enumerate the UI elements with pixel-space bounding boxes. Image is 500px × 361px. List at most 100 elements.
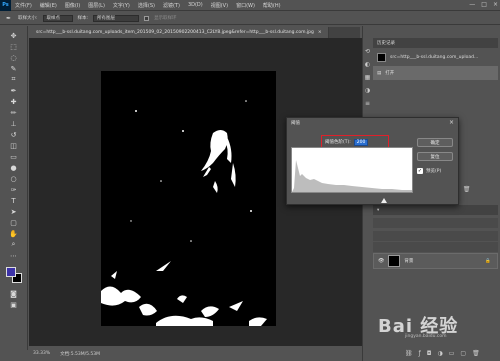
swatches-panel-icon[interactable]: ▦	[364, 74, 371, 81]
tab-history[interactable]: 历史记录	[377, 40, 395, 46]
threshold-level-label: 阈值色阶(T):	[325, 140, 351, 145]
maximize-icon[interactable]: □	[481, 1, 487, 8]
sample-size-label: 取样大小:	[18, 16, 38, 21]
history-item-label: 打开	[385, 71, 395, 76]
brush-tool-icon[interactable]: ✏	[8, 107, 19, 118]
properties-panel-icon[interactable]: ≡	[364, 100, 371, 107]
layers-kind-filter[interactable]	[373, 218, 498, 228]
sample-size-dropdown[interactable]: 取样点	[42, 14, 73, 22]
options-bar: ✒ 取样大小: 取样点 样本: 所有图层 显示取样环	[0, 12, 500, 25]
delete-layer-icon[interactable]: 🗑	[472, 350, 480, 357]
menu-item-3[interactable]: 图层(L)	[84, 2, 109, 9]
menu-items: 文件(F) 编辑(E) 图像(I) 图层(L) 文字(Y) 选择(S) 滤镜(T) 3D(D)…	[11, 2, 285, 9]
preview-checkbox[interactable]: ✓	[417, 168, 423, 174]
document-info: 文档:5.53M/5.53M	[60, 351, 101, 357]
threshold-level-input[interactable]: 200	[353, 138, 369, 146]
zoom-level[interactable]: 33.33%	[33, 351, 50, 356]
menu-item-10[interactable]: 帮助(H)	[259, 2, 285, 9]
menu-item-7[interactable]: 3D(D)	[184, 2, 207, 9]
menu-item-6[interactable]: 滤镜(T)	[159, 2, 184, 9]
history-panel-icon[interactable]: ⟲	[364, 48, 371, 55]
photoshop-logo: Ps	[0, 0, 11, 11]
link-icon[interactable]: ⛓	[405, 350, 413, 357]
adjustments-panel-icon[interactable]: ◑	[364, 87, 371, 94]
document-tab-title: src=http___b-ssl.duitang.com_uploads_ite…	[36, 30, 314, 35]
lasso-tool-icon[interactable]: ◌	[8, 52, 19, 63]
image-content	[101, 71, 276, 326]
shape-tool-icon[interactable]: ▢	[8, 217, 19, 228]
crop-tool-icon[interactable]: ⌗	[8, 74, 19, 85]
new-layer-icon[interactable]: ▢	[460, 350, 466, 357]
menu-item-2[interactable]: 图像(I)	[61, 2, 84, 9]
tab-layers[interactable]: ▾	[377, 208, 379, 213]
threshold-image[interactable]	[101, 71, 276, 326]
minimize-icon[interactable]: —	[469, 1, 475, 8]
foreground-color-swatch[interactable]	[5, 267, 16, 277]
hand-tool-icon[interactable]: ✋	[8, 228, 19, 239]
eyedropper-icon[interactable]: ✒	[4, 14, 13, 23]
menu-item-1[interactable]: 编辑(E)	[36, 2, 61, 9]
color-swatches[interactable]	[4, 265, 24, 285]
sample-size-value: 取样点	[46, 16, 61, 21]
history-snapshot[interactable]: src=http___b-ssl.duitang.com_upload...	[373, 50, 498, 64]
layers-lock-row[interactable]	[373, 242, 498, 252]
photoshop-window: Ps 文件(F) 编辑(E) 图像(I) 图层(L) 文字(Y) 选择(S) 滤镜(T) 3D…	[0, 0, 500, 361]
dialog-titlebar[interactable]: 阈值 ×	[287, 118, 458, 128]
status-bar: 33.33% 文档:5.53M/5.53M	[29, 346, 362, 361]
layers-blend-mode[interactable]	[373, 231, 498, 241]
menu-item-9[interactable]: 窗口(W)	[232, 2, 259, 9]
screen-mode-icon[interactable]: ▣	[8, 299, 19, 310]
more-tools-icon[interactable]: ⋯	[8, 250, 19, 261]
adjustment-icon[interactable]: ◑	[438, 350, 443, 357]
mask-icon[interactable]: ◘	[427, 350, 432, 357]
zoom-tool-icon[interactable]: ⌕	[8, 239, 19, 250]
reset-button[interactable]: 复位	[417, 152, 453, 161]
preview-option[interactable]: ✓ 预览(P)	[417, 168, 441, 174]
histogram-graph	[292, 160, 412, 192]
color-panel-icon[interactable]: ◐	[364, 61, 371, 68]
pen-tool-icon[interactable]: ✑	[8, 184, 19, 195]
snapshot-thumbnail	[377, 52, 386, 62]
dodge-tool-icon[interactable]: ○	[8, 173, 19, 184]
close-tab-icon[interactable]: ×	[318, 30, 322, 35]
quick-select-tool-icon[interactable]: ✎	[8, 63, 19, 74]
close-icon[interactable]: ×	[493, 1, 498, 8]
history-brush-icon[interactable]: ↺	[8, 129, 19, 140]
preview-label: 预览(P)	[426, 169, 442, 174]
stamp-tool-icon[interactable]: ⊥	[8, 118, 19, 129]
lock-icon: 🔒	[485, 258, 491, 264]
sample-label: 样本:	[77, 16, 89, 21]
move-tool-icon[interactable]: ✥	[8, 30, 19, 41]
gradient-tool-icon[interactable]: ▭	[8, 151, 19, 162]
menu-item-0[interactable]: 文件(F)	[11, 2, 36, 9]
blur-tool-icon[interactable]: ●	[8, 162, 19, 173]
eraser-tool-icon[interactable]: ◫	[8, 140, 19, 151]
quick-mask-icon[interactable]: ◙	[8, 288, 19, 299]
snapshot-name: src=http___b-ssl.duitang.com_upload...	[390, 54, 479, 60]
path-select-tool-icon[interactable]: ➤	[8, 206, 19, 217]
healing-tool-icon[interactable]: ✚	[8, 96, 19, 107]
visibility-eye-icon[interactable]: 👁	[378, 258, 384, 264]
group-icon[interactable]: ▭	[449, 350, 455, 357]
type-tool-icon[interactable]: T	[8, 195, 19, 206]
dialog-close-icon[interactable]: ×	[449, 119, 454, 126]
sample-value: 所有图层	[97, 16, 116, 21]
menu-item-5[interactable]: 选择(S)	[134, 2, 159, 9]
ok-button[interactable]: 确定	[417, 138, 453, 147]
marquee-tool-icon[interactable]: ⬚	[8, 41, 19, 52]
threshold-dialog: 阈值 × 阈值色阶(T): 200 确定 复位 ✓ 预览(P)	[286, 117, 459, 205]
show-ring-checkbox[interactable]	[144, 15, 150, 21]
document-tab[interactable]: src=http___b-ssl.duitang.com_uploads_ite…	[30, 27, 329, 38]
history-item-icon: ▤	[377, 70, 382, 76]
fx-icon[interactable]: ƒ	[419, 350, 421, 357]
menu-item-8[interactable]: 视图(V)	[207, 2, 232, 9]
history-panel-header: 历史记录	[373, 38, 498, 48]
menu-item-4[interactable]: 文字(Y)	[109, 2, 134, 9]
history-item[interactable]: ▤ 打开	[373, 66, 498, 80]
layers-panel-header: ▾	[373, 205, 498, 215]
eyedropper-tool-icon[interactable]: ✒	[8, 85, 19, 96]
sample-dropdown[interactable]: 所有图层	[93, 14, 140, 22]
threshold-slider-handle[interactable]	[381, 198, 387, 203]
layer-row[interactable]: 👁 背景 🔒	[373, 253, 498, 269]
delete-icon[interactable]: 🗑	[463, 186, 471, 193]
